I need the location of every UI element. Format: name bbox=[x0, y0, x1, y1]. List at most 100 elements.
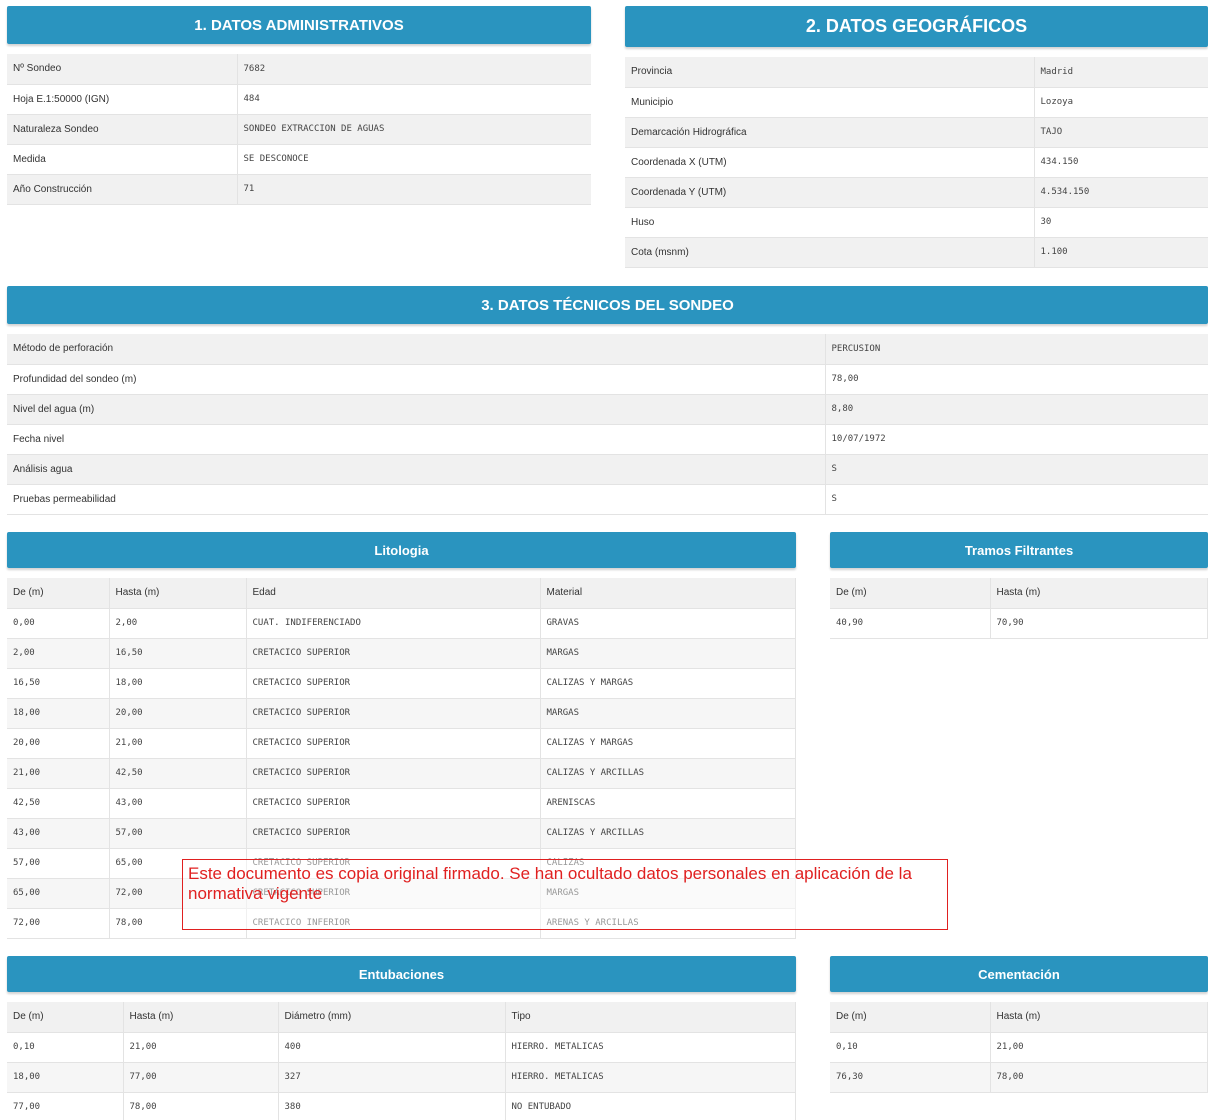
geo-header: 2. DATOS GEOGRÁFICOS bbox=[625, 6, 1208, 47]
table-row: 16,50 18,00 CRETACICO SUPERIOR CALIZAS Y MA… bbox=[7, 668, 796, 699]
table-cell: 72,00 bbox=[7, 908, 110, 939]
table-cell: 40,90 bbox=[830, 608, 991, 639]
field-label: Análisis agua bbox=[7, 454, 825, 485]
table-cell: 57,00 bbox=[7, 848, 110, 879]
geo-section: 2. DATOS GEOGRÁFICOS Provincia Madrid Muni… bbox=[625, 6, 1208, 268]
table-cell: NO ENTUBADO bbox=[505, 1092, 796, 1120]
admin-header: 1. DATOS ADMINISTRATIVOS bbox=[7, 6, 591, 44]
field-value: SE DESCONOCE bbox=[236, 144, 591, 175]
table-cell: HIERRO. METALICAS bbox=[505, 1032, 796, 1063]
table-row: Pruebas permeabilidad S bbox=[7, 484, 1208, 515]
field-value: 434.150 bbox=[1033, 147, 1208, 178]
table-row: 0,00 2,00 CUAT. INDIFERENCIADO GRAVAS bbox=[7, 608, 796, 639]
tramos-header: Tramos Filtrantes bbox=[830, 532, 1208, 568]
table-row: 76,30 78,00 bbox=[830, 1062, 1208, 1093]
table-row: 43,00 57,00 CRETACICO SUPERIOR CALIZAS Y AR… bbox=[7, 818, 796, 849]
table-row: Demarcación Hidrográfica TAJO bbox=[625, 117, 1208, 148]
tecnico-rows: Método de perforación PERCUSION Profundida… bbox=[7, 334, 1208, 515]
field-value: 71 bbox=[236, 174, 591, 205]
table-row: Huso 30 bbox=[625, 207, 1208, 238]
column-header: Hasta (m) bbox=[109, 578, 247, 609]
table-cell: 18,00 bbox=[7, 1062, 124, 1093]
table-row: 2,00 16,50 CRETACICO SUPERIOR MARGAS bbox=[7, 638, 796, 669]
field-label: Hoja E.1:50000 (IGN) bbox=[7, 84, 237, 115]
table-cell: HIERRO. METALICAS bbox=[505, 1062, 796, 1093]
column-header: De (m) bbox=[7, 1002, 124, 1033]
table-cell: 380 bbox=[278, 1092, 506, 1120]
table-cell: CALIZAS Y ARCILLAS bbox=[540, 758, 796, 789]
table-row: Medida SE DESCONOCE bbox=[7, 144, 591, 175]
table-cell: CRETACICO SUPERIOR bbox=[246, 698, 541, 729]
table-cell: 0,00 bbox=[7, 608, 110, 639]
field-value: 8,80 bbox=[824, 394, 1208, 425]
table-row: 18,00 77,00 327 HIERRO. METALICAS bbox=[7, 1062, 796, 1093]
field-label: Huso bbox=[625, 207, 1034, 238]
signature-stamp: Este documento es copia original firmado… bbox=[182, 859, 948, 930]
field-label: Profundidad del sondeo (m) bbox=[7, 364, 825, 395]
table-row: Municipio Lozoya bbox=[625, 87, 1208, 118]
field-label: Naturaleza Sondeo bbox=[7, 114, 237, 145]
table-cell: 2,00 bbox=[7, 638, 110, 669]
column-header: Diámetro (mm) bbox=[278, 1002, 506, 1033]
table-row: Coordenada X (UTM) 434.150 bbox=[625, 147, 1208, 178]
field-label: Pruebas permeabilidad bbox=[7, 484, 825, 515]
table-row: Profundidad del sondeo (m) 78,00 bbox=[7, 364, 1208, 395]
field-label: Año Construcción bbox=[7, 174, 237, 205]
table-cell: CRETACICO SUPERIOR bbox=[246, 638, 541, 669]
entubaciones-section: Entubaciones De (m) Hasta (m) Diámetro (mm… bbox=[7, 956, 796, 1120]
field-label: Nº Sondeo bbox=[7, 54, 237, 85]
admin-section: 1. DATOS ADMINISTRATIVOS Nº Sondeo 7682 Ho… bbox=[7, 6, 591, 205]
field-value: SONDEO EXTRACCION DE AGUAS bbox=[236, 114, 591, 145]
table-row: 21,00 42,50 CRETACICO SUPERIOR CALIZAS Y AR… bbox=[7, 758, 796, 789]
cementacion-header: Cementación bbox=[830, 956, 1208, 992]
litologia-head: De (m) Hasta (m) Edad Material bbox=[7, 578, 796, 609]
tecnico-table: Método de perforación PERCUSION Profundida… bbox=[7, 334, 1208, 515]
table-cell: 77,00 bbox=[7, 1092, 124, 1120]
table-cell: CALIZAS Y MARGAS bbox=[540, 728, 796, 759]
field-label: Municipio bbox=[625, 87, 1034, 118]
table-cell: 400 bbox=[278, 1032, 506, 1063]
field-value: 1.100 bbox=[1033, 237, 1208, 268]
field-value: Lozoya bbox=[1033, 87, 1208, 118]
table-row: Nivel del agua (m) 8,80 bbox=[7, 394, 1208, 425]
table-cell: 327 bbox=[278, 1062, 506, 1093]
table-row: Método de perforación PERCUSION bbox=[7, 334, 1208, 365]
column-header: Edad bbox=[246, 578, 541, 609]
entubaciones-head: De (m) Hasta (m) Diámetro (mm) Tipo bbox=[7, 1002, 796, 1033]
admin-table: Nº Sondeo 7682 Hoja E.1:50000 (IGN) 484 Natu… bbox=[7, 54, 591, 205]
field-label: Cota (msnm) bbox=[625, 237, 1034, 268]
table-row: 18,00 20,00 CRETACICO SUPERIOR MARGAS bbox=[7, 698, 796, 729]
tramos-table: De (m) Hasta (m) 40,90 70,90 bbox=[830, 578, 1208, 639]
table-cell: CRETACICO SUPERIOR bbox=[246, 788, 541, 819]
table-cell: 21,00 bbox=[7, 758, 110, 789]
table-cell: 16,50 bbox=[109, 638, 247, 669]
table-cell: CRETACICO SUPERIOR bbox=[246, 818, 541, 849]
table-cell: 77,00 bbox=[123, 1062, 279, 1093]
cementacion-head: De (m) Hasta (m) bbox=[830, 1002, 1208, 1033]
table-cell: MARGAS bbox=[540, 638, 796, 669]
table-row: 77,00 78,00 380 NO ENTUBADO bbox=[7, 1092, 796, 1120]
field-label: Nivel del agua (m) bbox=[7, 394, 825, 425]
table-cell: 21,00 bbox=[109, 728, 247, 759]
field-value: 484 bbox=[236, 84, 591, 115]
field-label: Fecha nivel bbox=[7, 424, 825, 455]
table-row: Hoja E.1:50000 (IGN) 484 bbox=[7, 84, 591, 115]
table-row: Año Construcción 71 bbox=[7, 174, 591, 205]
table-cell: 57,00 bbox=[109, 818, 247, 849]
table-cell: 78,00 bbox=[990, 1062, 1208, 1093]
table-cell: 20,00 bbox=[7, 728, 110, 759]
table-row: 40,90 70,90 bbox=[830, 608, 1208, 639]
field-value: 7682 bbox=[236, 54, 591, 85]
column-header: Hasta (m) bbox=[990, 1002, 1208, 1033]
table-row: Cota (msnm) 1.100 bbox=[625, 237, 1208, 268]
column-header: De (m) bbox=[830, 578, 991, 609]
table-cell: 65,00 bbox=[7, 878, 110, 909]
table-cell: 18,00 bbox=[109, 668, 247, 699]
tecnico-section: 3. DATOS TÉCNICOS DEL SONDEO Método de p… bbox=[7, 286, 1208, 515]
entubaciones-table: De (m) Hasta (m) Diámetro (mm) Tipo 0,10 21,… bbox=[7, 1002, 796, 1120]
column-header: Tipo bbox=[505, 1002, 796, 1033]
table-row: Provincia Madrid bbox=[625, 57, 1208, 88]
header-row: De (m) Hasta (m) bbox=[830, 1002, 1208, 1033]
field-value: 30 bbox=[1033, 207, 1208, 238]
table-cell: 70,90 bbox=[990, 608, 1208, 639]
